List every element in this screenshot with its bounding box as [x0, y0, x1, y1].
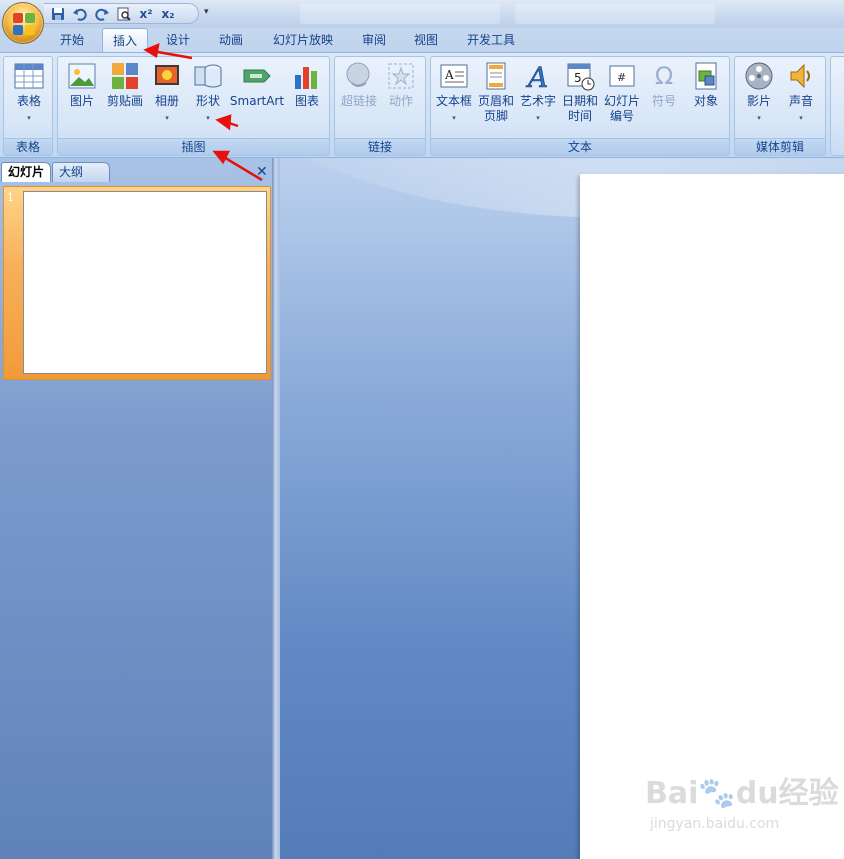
chart-icon: [292, 61, 322, 91]
film-reel-icon: [744, 61, 774, 91]
table-button[interactable]: 表格 ▾: [10, 61, 48, 126]
hyperlink-globe-icon: [344, 61, 374, 91]
chart-button[interactable]: 图表: [287, 61, 327, 109]
calendar-clock-icon: 5: [565, 61, 595, 91]
album-button[interactable]: 相册 ▾: [147, 61, 187, 126]
pane-tabs: 幻灯片 大纲 ✕: [0, 160, 272, 182]
group-label: 链接: [335, 138, 425, 155]
superscript-icon[interactable]: x²: [138, 6, 154, 22]
slide-thumbnail-selected[interactable]: 1: [3, 186, 271, 380]
action-button[interactable]: 动作: [381, 61, 421, 109]
speaker-icon: [786, 61, 816, 91]
dropdown-arrow-icon: ▾: [27, 114, 31, 122]
svg-text:A: A: [525, 61, 548, 91]
tab-view[interactable]: 视图: [404, 28, 448, 52]
photo-album-icon: [152, 61, 182, 91]
wordart-button[interactable]: A 艺术字 ▾: [517, 61, 559, 126]
group-illustrations: 图片 剪贴画 相册 ▾ 形状 ▾ SmartArt 图表 插图: [57, 56, 330, 156]
slides-pane: 幻灯片 大纲 ✕ 1: [0, 158, 272, 859]
quick-access-toolbar: x² x₂: [44, 3, 199, 24]
dropdown-arrow-icon: ▾: [757, 114, 761, 122]
group-label: 媒体剪辑: [735, 138, 825, 155]
svg-text:5: 5: [574, 71, 582, 85]
redo-icon[interactable]: [94, 6, 110, 22]
slide-number: 1: [7, 191, 14, 204]
office-logo-icon: [13, 13, 35, 35]
tab-insert[interactable]: 插入: [102, 28, 148, 53]
group-label: 表格: [4, 138, 52, 155]
object-button[interactable]: 对象: [685, 61, 727, 109]
slide-number-icon: #: [607, 61, 637, 91]
ribbon-tabs: 开始 插入 设计 动画 幻灯片放映 审阅 视图 开发工具: [0, 28, 844, 53]
symbol-button[interactable]: Ω 符号: [643, 61, 685, 109]
object-icon: [691, 61, 721, 91]
slide-canvas[interactable]: [580, 174, 844, 859]
tab-slides[interactable]: 幻灯片: [1, 162, 52, 182]
group-label: 插图: [58, 138, 329, 155]
svg-text:#: #: [617, 71, 626, 84]
qat-customize-icon[interactable]: ▾: [204, 7, 209, 17]
picture-icon: [67, 61, 97, 91]
tab-developer[interactable]: 开发工具: [456, 28, 526, 52]
svg-text:A: A: [444, 68, 454, 82]
omega-symbol-icon: Ω: [654, 62, 674, 90]
print-preview-icon[interactable]: [116, 6, 132, 22]
movie-button[interactable]: 影片 ▾: [739, 61, 779, 126]
action-star-icon: [386, 61, 416, 91]
header-footer-button[interactable]: 页眉和 页脚: [475, 61, 517, 124]
pane-splitter[interactable]: [272, 158, 280, 859]
textbox-button[interactable]: A 文本框 ▾: [433, 61, 475, 126]
hyperlink-button[interactable]: 超链接: [338, 61, 380, 109]
datetime-button[interactable]: 5 日期和 时间: [559, 61, 601, 124]
slide-editing-area: [280, 158, 844, 859]
shapes-icon: [193, 61, 223, 91]
smartart-button[interactable]: SmartArt: [229, 61, 285, 109]
dropdown-arrow-icon: ▾: [452, 114, 456, 122]
clipart-icon: [110, 61, 140, 91]
group-label: 文本: [431, 138, 729, 155]
clipart-button[interactable]: 剪贴画: [102, 61, 148, 109]
undo-icon[interactable]: [72, 6, 88, 22]
header-footer-icon: [481, 61, 511, 91]
dropdown-arrow-icon: ▾: [165, 114, 169, 122]
subscript-icon[interactable]: x₂: [160, 6, 176, 22]
tab-slideshow[interactable]: 幻灯片放映: [262, 28, 344, 52]
baidu-watermark: Bai🐾du经验 jingyan.baidu.com: [645, 776, 839, 832]
group-media-clips: 影片 ▾ 声音 ▾ 媒体剪辑: [734, 56, 826, 156]
office-button[interactable]: [2, 2, 44, 44]
group-links: 超链接 动作 链接: [334, 56, 426, 156]
tab-design[interactable]: 设计: [156, 28, 200, 52]
picture-button[interactable]: 图片: [62, 61, 102, 109]
tab-outline[interactable]: 大纲: [52, 162, 110, 182]
shapes-button[interactable]: 形状 ▾: [188, 61, 228, 126]
close-icon[interactable]: ✕: [256, 164, 268, 180]
dropdown-arrow-icon: ▾: [536, 114, 540, 122]
textbox-icon: A: [439, 61, 469, 91]
slide-number-button[interactable]: # 幻灯片 编号: [601, 61, 643, 124]
slide-thumbnail[interactable]: [23, 191, 267, 374]
tab-animations[interactable]: 动画: [208, 28, 254, 52]
dropdown-arrow-icon: ▾: [799, 114, 803, 122]
tab-review[interactable]: 审阅: [352, 28, 396, 52]
tab-home[interactable]: 开始: [50, 28, 94, 52]
group-table: 表格 ▾ 表格: [3, 56, 53, 156]
dropdown-arrow-icon: ▾: [206, 114, 210, 122]
save-icon[interactable]: [50, 6, 66, 22]
ribbon: 表格 ▾ 表格 图片 剪贴画 相册 ▾ 形状 ▾ SmartArt 图表 插图 …: [0, 52, 844, 158]
group-text: A 文本框 ▾ 页眉和 页脚 A 艺术字 ▾ 5 日期和 时间 # 幻灯片 编号…: [430, 56, 730, 156]
sound-button[interactable]: 声音 ▾: [781, 61, 821, 126]
smartart-icon: [242, 61, 272, 91]
table-icon: [14, 61, 44, 91]
group-partial: [830, 56, 844, 156]
wordart-icon: A: [523, 61, 553, 95]
